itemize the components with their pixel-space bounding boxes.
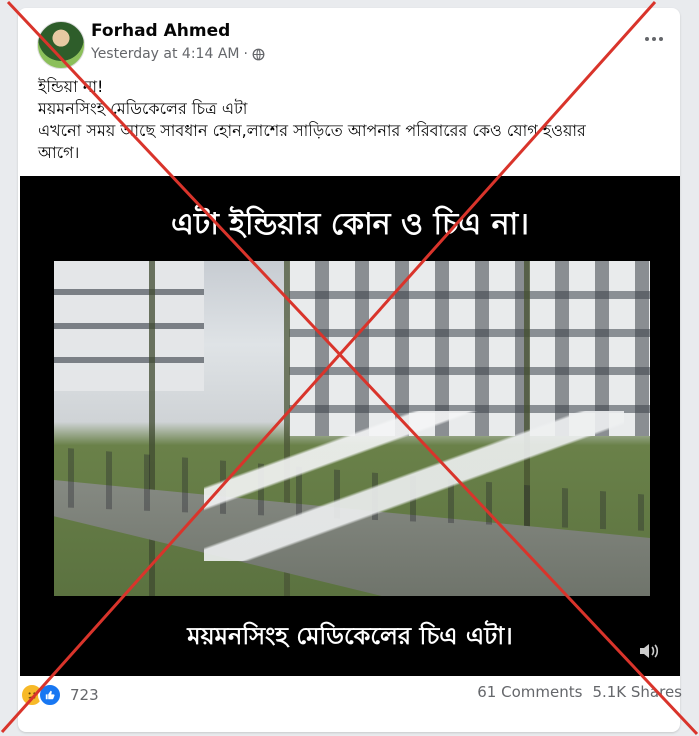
like-reaction-icon: [38, 683, 62, 707]
post-timestamp[interactable]: Yesterday at 4:14 AM: [91, 46, 239, 62]
stretchers-row: [204, 411, 624, 561]
meta-separator: ·: [243, 46, 248, 62]
post-text-line: আগে।: [38, 143, 80, 162]
facebook-post-card: Forhad Ahmed Yesterday at 4:14 AM · ইন্ড…: [18, 8, 680, 732]
shares-count-link[interactable]: 5.1K Shares: [592, 683, 682, 701]
video-caption-top: এটা ইন্ডিয়ার কোন ও চিএ না।: [171, 207, 529, 242]
author-name[interactable]: Forhad Ahmed: [91, 21, 230, 41]
comments-count-link[interactable]: 61 Comments: [477, 683, 582, 701]
more-options-icon[interactable]: [642, 30, 666, 48]
post-text-line: ময়মনসিংহ মেডিকেলের চিত্র এটা: [38, 99, 248, 118]
video-frame-hospital-scene: [54, 261, 650, 596]
post-text: ইন্ডিয়া না! ময়মনসিংহ মেডিকেলের চিত্র এ…: [38, 76, 668, 164]
post-text-line: ইন্ডিয়া না!: [38, 77, 104, 96]
reaction-count: 723: [70, 686, 99, 704]
reactions-summary[interactable]: 723: [20, 683, 99, 707]
post-meta: Yesterday at 4:14 AM ·: [91, 46, 265, 62]
author-avatar[interactable]: [37, 21, 85, 69]
video-player[interactable]: এটা ইন্ডিয়ার কোন ও চিএ না। ময়মনসিংহ মে…: [20, 176, 680, 676]
reaction-icons: [20, 683, 62, 707]
globe-icon: [252, 48, 265, 60]
video-caption-bottom: ময়মনসিংহ মেডিকেলের চিএ এটা।: [187, 622, 513, 650]
volume-icon[interactable]: [638, 642, 660, 660]
engagement-stats: 61 Comments 5.1K Shares: [477, 683, 682, 701]
post-text-line: এখনো সময় আছে সাবধান হোন,লাশের সাড়িতে আ…: [38, 121, 586, 140]
